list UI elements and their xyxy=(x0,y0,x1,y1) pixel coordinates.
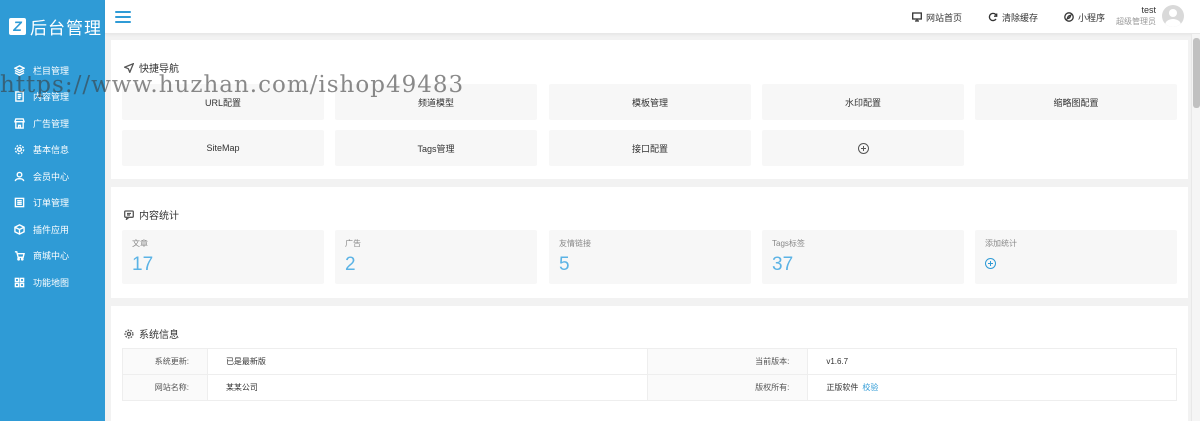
user-icon xyxy=(13,170,25,182)
logo-mark: Z xyxy=(9,17,26,35)
sidebar-item-label: 栏目管理 xyxy=(33,65,70,76)
chat-icon xyxy=(124,209,134,220)
sidebar-item-ads[interactable]: 广告管理 xyxy=(0,110,105,137)
stat-card-tags[interactable]: Tags标签 37 xyxy=(762,230,964,284)
table-value: 已是最新版 xyxy=(206,348,649,375)
quick-nav-tags[interactable]: Tags管理 xyxy=(335,130,537,166)
quick-nav-add-button[interactable] xyxy=(762,130,964,166)
grid-icon xyxy=(13,276,25,288)
sidebar-item-column[interactable]: 栏目管理 xyxy=(0,57,105,84)
menu-toggle-icon[interactable] xyxy=(115,8,131,24)
content-stats-panel: 内容统计 文章 17 广告 2 友情链接 5 Tags标签 37 添加统计 xyxy=(111,187,1188,298)
table-key: 系统更新: xyxy=(122,348,208,375)
header-link-label: 小程序 xyxy=(1077,12,1105,23)
sidebar-item-basic-info[interactable]: 基本信息 xyxy=(0,137,105,164)
stat-card-add[interactable]: 添加统计 xyxy=(975,230,1177,284)
list-icon xyxy=(13,197,25,209)
quick-nav-thumbnail[interactable]: 缩略图配置 xyxy=(975,84,1177,120)
header-link-label: 网站首页 xyxy=(925,12,962,23)
quick-nav-api-config[interactable]: 接口配置 xyxy=(549,130,751,166)
table-value: 正版软件 校验 xyxy=(807,374,1177,401)
add-stat-icon[interactable] xyxy=(985,258,996,269)
sidebar-item-label: 内容管理 xyxy=(33,92,70,103)
table-key: 当前版本: xyxy=(647,348,809,375)
table-value: v1.6.7 xyxy=(807,348,1177,375)
clear-cache-link[interactable]: 清除缓存 xyxy=(988,11,1038,24)
quick-nav-template[interactable]: 模板管理 xyxy=(549,84,751,120)
stat-label: 添加统计 xyxy=(985,239,1017,248)
layers-icon xyxy=(13,64,25,76)
sidebar-item-label: 插件应用 xyxy=(33,224,70,235)
sidebar-item-orders[interactable]: 订单管理 xyxy=(0,190,105,217)
quick-nav-panel: 快捷导航 URL配置 频道模型 模板管理 水印配置 缩略图配置 SiteMap … xyxy=(111,40,1188,179)
sidebar-item-content[interactable]: 内容管理 xyxy=(0,84,105,111)
table-value: 某某公司 xyxy=(206,374,649,401)
header-links: 网站首页 清除缓存 小程序 xyxy=(886,0,1105,34)
sidebar-item-members[interactable]: 会员中心 xyxy=(0,163,105,190)
user-name: test xyxy=(1141,5,1156,15)
panel-title: 系统信息 xyxy=(139,330,179,341)
settings-icon xyxy=(124,328,134,339)
stat-label: Tags标签 xyxy=(772,239,805,248)
panel-title: 内容统计 xyxy=(139,211,179,222)
logo[interactable]: Z 后台管理 xyxy=(0,0,105,52)
logo-title: 后台管理 xyxy=(30,18,102,38)
plus-circle-icon xyxy=(857,142,869,154)
header-link-label: 清除缓存 xyxy=(1001,12,1038,23)
sidebar-item-label: 会员中心 xyxy=(33,171,70,182)
monitor-icon xyxy=(912,12,922,22)
compass-icon xyxy=(1064,12,1074,22)
stat-card-links[interactable]: 友情链接 5 xyxy=(549,230,751,284)
scrollbar-thumb[interactable] xyxy=(1193,38,1200,108)
mini-program-link[interactable]: 小程序 xyxy=(1064,11,1105,24)
refresh-icon xyxy=(988,12,998,22)
table-key: 网站名称: xyxy=(122,374,208,401)
panel-title: 快捷导航 xyxy=(139,64,179,75)
sidebar-item-mall[interactable]: 商城中心 xyxy=(0,243,105,270)
stat-label: 广告 xyxy=(345,239,361,248)
sidebar-item-label: 基本信息 xyxy=(33,145,70,156)
table-row: 系统更新: 已是最新版 当前版本: v1.6.7 xyxy=(122,348,1177,375)
license-text: 正版软件 xyxy=(826,383,859,392)
stat-card-articles[interactable]: 文章 17 xyxy=(122,230,324,284)
sidebar-item-label: 订单管理 xyxy=(33,198,70,209)
stat-value: 5 xyxy=(559,254,570,275)
stat-label: 文章 xyxy=(132,239,148,248)
sidebar-menu: 栏目管理 内容管理 广告管理 基本信息 会员中心 订单管理 插件应用 商城中心 xyxy=(0,57,105,296)
website-home-link[interactable]: 网站首页 xyxy=(912,11,962,24)
stat-label: 友情链接 xyxy=(559,239,591,248)
quick-nav-channel-model[interactable]: 频道模型 xyxy=(335,84,537,120)
user-menu[interactable]: test 超级管理员 xyxy=(1116,5,1184,27)
stat-value: 37 xyxy=(772,254,794,275)
sidebar: Z 后台管理 栏目管理 内容管理 广告管理 基本信息 会员中心 订单管理 插件应… xyxy=(0,0,105,421)
quick-nav-watermark[interactable]: 水印配置 xyxy=(762,84,964,120)
stat-value: 17 xyxy=(132,254,154,275)
table-key: 版权所有: xyxy=(647,374,809,401)
table-row: 网站名称: 某某公司 版权所有: 正版软件 校验 xyxy=(122,374,1177,401)
sidebar-item-label: 功能地图 xyxy=(33,277,70,288)
cube-icon xyxy=(13,223,25,235)
top-header: 网站首页 清除缓存 小程序 test 超级管理员 xyxy=(105,0,1200,34)
store-icon xyxy=(13,117,25,129)
stat-card-ads[interactable]: 广告 2 xyxy=(335,230,537,284)
document-icon xyxy=(13,91,25,103)
page-scrollbar[interactable] xyxy=(1191,34,1200,421)
sidebar-item-label: 商城中心 xyxy=(33,251,70,262)
cart-icon xyxy=(13,250,25,262)
verify-link[interactable]: 校验 xyxy=(862,383,878,392)
sidebar-item-function-map[interactable]: 功能地图 xyxy=(0,269,105,296)
quick-nav-sitemap[interactable]: SiteMap xyxy=(122,130,324,166)
user-role: 超级管理员 xyxy=(1116,17,1156,26)
quick-nav-url-config[interactable]: URL配置 xyxy=(122,84,324,120)
stat-value: 2 xyxy=(345,254,356,275)
send-icon xyxy=(124,62,134,73)
sidebar-item-label: 广告管理 xyxy=(33,118,70,129)
system-info-table: 系统更新: 已是最新版 当前版本: v1.6.7 网站名称: 某某公司 版权所有… xyxy=(122,348,1177,401)
avatar[interactable] xyxy=(1162,5,1184,27)
sidebar-item-plugins[interactable]: 插件应用 xyxy=(0,216,105,243)
system-info-panel: 系统信息 系统更新: 已是最新版 当前版本: v1.6.7 网站名称: 某某公司… xyxy=(111,306,1188,421)
gear-icon xyxy=(13,144,25,156)
